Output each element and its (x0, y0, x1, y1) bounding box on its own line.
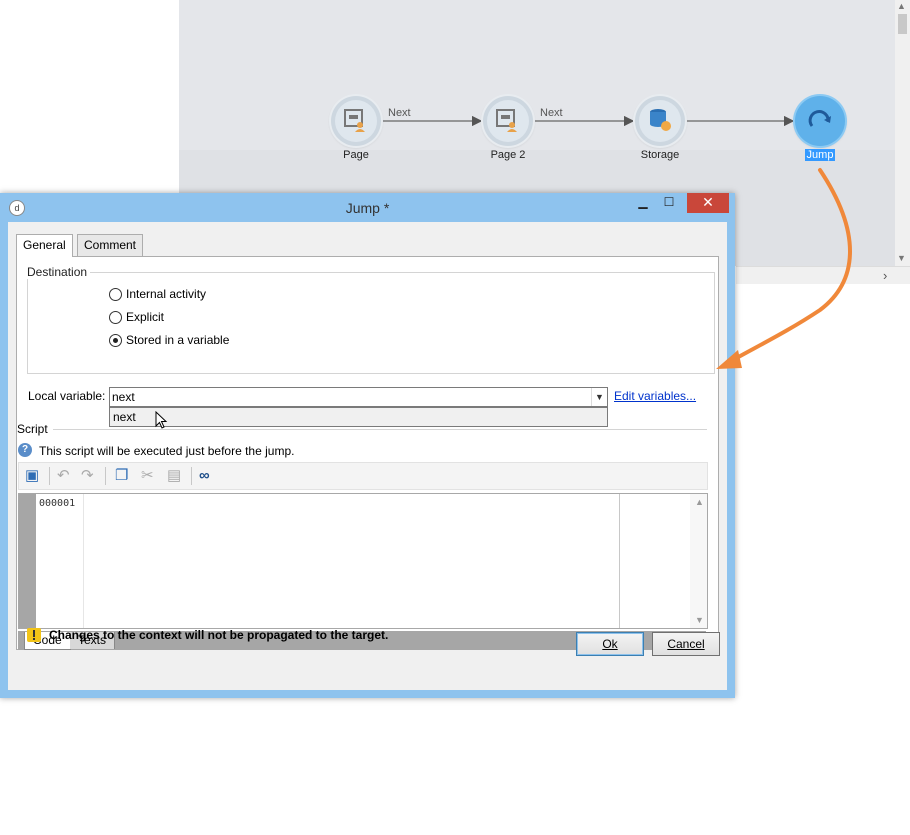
script-editor[interactable]: 000001 ▲ ▼ (18, 493, 708, 629)
edit-variables-link[interactable]: Edit variables... (614, 389, 696, 403)
undo-icon[interactable]: ↶ (57, 468, 70, 484)
local-variable-label: Local variable: (28, 389, 106, 403)
node-label: Storage (640, 149, 680, 161)
scroll-right-icon[interactable]: › (883, 268, 887, 283)
toolbar-separator (105, 467, 106, 485)
radio-explicit[interactable]: Explicit (109, 310, 164, 324)
workflow-node-page[interactable] (331, 96, 381, 146)
node-label: Page (343, 149, 369, 161)
jump-icon (808, 110, 831, 127)
script-divider (53, 429, 707, 430)
workflow-node-page2[interactable] (483, 96, 533, 146)
editor-margin-line (619, 494, 620, 628)
minimize-button[interactable]: ▁ (631, 193, 655, 213)
scroll-up-icon[interactable]: ▲ (695, 497, 704, 507)
toolbar-separator (49, 467, 50, 485)
page-icon (496, 109, 517, 132)
cancel-label: Cancel (667, 637, 705, 651)
new-script-icon[interactable]: ▣ (25, 468, 39, 484)
radio-circle[interactable] (109, 287, 122, 301)
tab-comment[interactable]: Comment (77, 234, 144, 256)
maximize-button[interactable]: ☐ (657, 193, 681, 213)
canvas-horizontal-scrollbar[interactable]: › (736, 266, 910, 284)
local-variable-dropdown-list[interactable]: next (109, 407, 608, 427)
mouse-cursor-icon (155, 411, 168, 429)
node-label-selected: Jump (804, 149, 836, 161)
node-label: Page 2 (490, 149, 526, 161)
workflow-node-storage[interactable] (635, 96, 685, 146)
help-icon: ? (18, 443, 32, 457)
chevron-down-icon[interactable]: ▼ (591, 388, 607, 406)
radio-label: Explicit (126, 310, 165, 324)
radio-internal-activity[interactable]: Internal activity (109, 287, 206, 301)
transition-label: Next (540, 107, 563, 119)
dialog-title: Jump * (345, 200, 390, 216)
page-icon (344, 109, 365, 132)
destination-legend: Destination (24, 265, 91, 279)
line-number: 000001 (36, 494, 84, 628)
dialog-body: General Comment Destination Internal act… (8, 222, 727, 690)
ok-button[interactable]: Ok (576, 632, 644, 656)
binoculars-icon[interactable]: ∞ (199, 468, 210, 484)
jump-dialog: d Jump * ▁ ☐ ✕ General Comment Destinati… (0, 193, 735, 698)
cancel-button[interactable]: Cancel (652, 632, 720, 656)
general-tab-panel: Destination Internal activity Explicit S… (16, 256, 719, 650)
combobox-value: next (112, 390, 135, 404)
radio-circle-selected[interactable] (109, 333, 122, 347)
toolbar-separator (191, 467, 192, 485)
canvas-vertical-scrollbar[interactable]: ▲ ▼ (895, 0, 910, 266)
scroll-thumb[interactable] (898, 14, 907, 34)
scroll-down-icon[interactable]: ▼ (897, 253, 906, 263)
script-toolbar: ▣ ↶ ↷ ❐ ✂ ▤ ∞ (18, 462, 708, 490)
radio-label: Stored in a variable (126, 333, 230, 347)
warning-text: Changes to the context will not be propa… (49, 628, 389, 642)
dialog-titlebar[interactable]: d Jump * ▁ ☐ ✕ (0, 193, 735, 221)
radio-circle[interactable] (109, 310, 122, 324)
ok-label: Ok (602, 637, 618, 651)
redo-icon[interactable]: ↷ (81, 468, 94, 484)
transition-label: Next (388, 107, 411, 119)
scroll-up-icon[interactable]: ▲ (897, 1, 906, 11)
tab-general[interactable]: General (16, 234, 73, 257)
storage-icon (650, 109, 671, 131)
local-variable-combobox[interactable]: next ▼ (109, 387, 608, 407)
script-help-text: This script will be executed just before… (39, 444, 295, 458)
script-legend: Script (17, 422, 51, 436)
close-button[interactable]: ✕ (687, 193, 729, 213)
workflow-node-jump[interactable] (795, 96, 845, 146)
paste-icon[interactable]: ▤ (167, 468, 181, 484)
warning-icon (27, 628, 41, 642)
cut-icon[interactable]: ✂ (141, 468, 154, 484)
editor-scrollbar[interactable]: ▲ ▼ (690, 494, 707, 628)
radio-label: Internal activity (126, 287, 207, 301)
scroll-down-icon[interactable]: ▼ (695, 615, 704, 625)
radio-stored-in-variable[interactable]: Stored in a variable (109, 333, 229, 347)
warning-icon (26, 819, 42, 835)
copy-icon[interactable]: ❐ (115, 468, 128, 484)
dropdown-item[interactable]: next (113, 410, 136, 424)
editor-gutter (19, 494, 36, 628)
